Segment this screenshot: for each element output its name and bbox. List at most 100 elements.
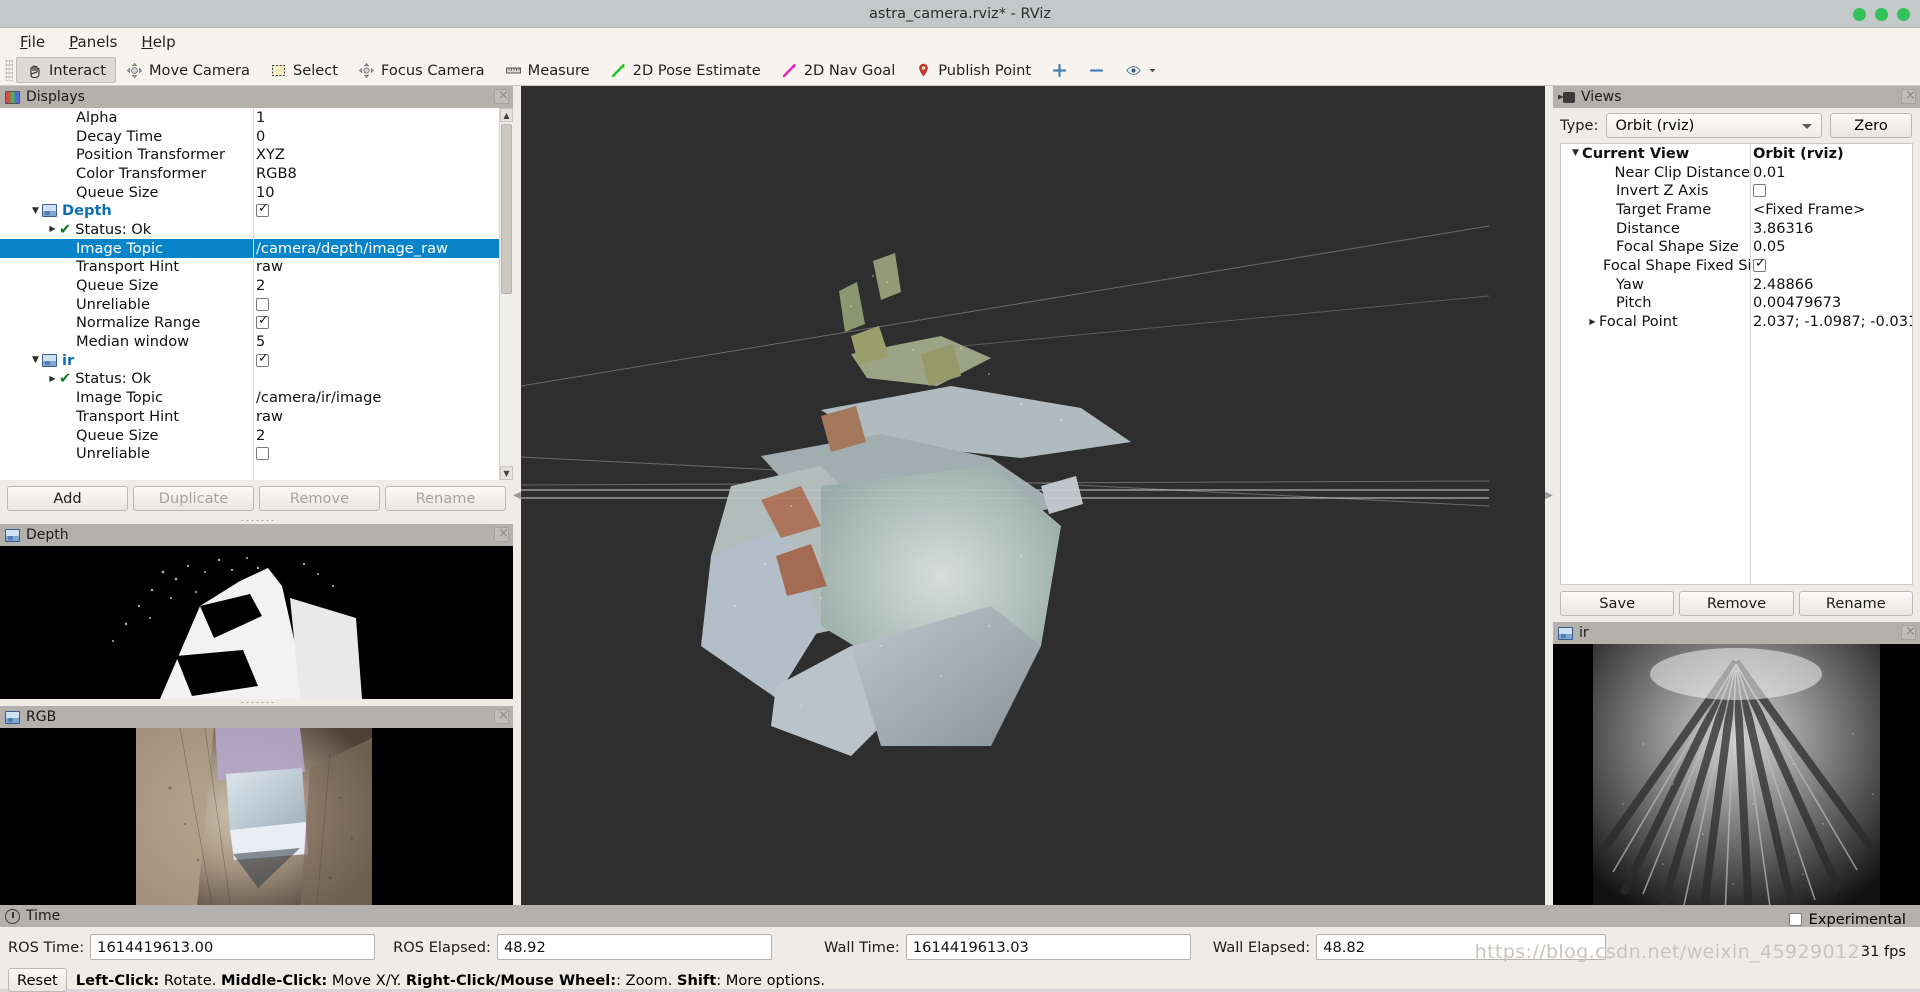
tree-row[interactable]: Pitch 0.00479673: [1561, 294, 1912, 313]
tool-2d-nav-goal[interactable]: 2D Nav Goal: [771, 57, 906, 83]
time-field-input[interactable]: 48.92: [496, 934, 772, 960]
ir-close-icon[interactable]: [1901, 624, 1916, 640]
displays-close-icon[interactable]: [494, 88, 509, 104]
tree-row-checkbox[interactable]: [1753, 184, 1766, 198]
tree-row[interactable]: Current View Orbit (rviz): [1561, 144, 1912, 163]
time-field-input[interactable]: 1614419613.00: [90, 934, 376, 960]
tool-move-camera[interactable]: Move Camera: [116, 57, 260, 83]
tree-row-value[interactable]: Orbit (rviz): [1753, 145, 1844, 162]
scroll-thumb[interactable]: [501, 124, 512, 294]
chevron-down-icon[interactable]: [29, 206, 42, 216]
tool-select[interactable]: Select: [260, 57, 348, 83]
tree-row-checkbox[interactable]: [1753, 258, 1766, 272]
tree-row[interactable]: Normalize Range: [0, 314, 513, 333]
tree-row-value[interactable]: 5: [256, 333, 265, 350]
tree-row-value[interactable]: raw: [256, 408, 283, 425]
rgb-image-view[interactable]: [0, 728, 513, 916]
tree-row[interactable]: Transport Hint raw: [0, 407, 513, 426]
tool-remove-minus[interactable]: [1078, 57, 1115, 83]
tree-row[interactable]: Queue Size 2: [0, 426, 513, 445]
tree-row-value[interactable]: 2: [256, 427, 265, 444]
tree-row[interactable]: ✔Status: Ok: [0, 370, 513, 389]
tool-add-plus[interactable]: [1041, 57, 1078, 83]
reset-button[interactable]: Reset: [8, 968, 67, 992]
splitter-handle-1[interactable]: [0, 517, 513, 524]
tree-row-value[interactable]: 2.037; -1.0987; -0.031387: [1753, 313, 1912, 330]
toolbar-grip[interactable]: [5, 59, 13, 81]
tree-row-checkbox[interactable]: [256, 297, 269, 311]
ir-image-view[interactable]: [1553, 644, 1920, 917]
tree-row[interactable]: Position Transformer XYZ: [0, 145, 513, 164]
time-field-input[interactable]: 1614419613.03: [905, 934, 1191, 960]
menu-help[interactable]: Help: [131, 31, 185, 53]
displays-scrollbar[interactable]: ▲ ▼: [499, 108, 513, 480]
tree-row-value[interactable]: 2.48866: [1753, 276, 1813, 293]
left-splitter[interactable]: ◀: [513, 86, 521, 905]
tree-row-checkbox[interactable]: [256, 204, 269, 218]
tree-row-value[interactable]: 10: [256, 184, 275, 201]
tree-row[interactable]: Distance 3.86316: [1561, 219, 1912, 238]
tree-row-value[interactable]: 0.05: [1753, 238, 1786, 255]
tree-row[interactable]: Image Topic/camera/depth/image_raw: [0, 238, 513, 258]
rgb-close-icon[interactable]: [494, 708, 509, 724]
tool-interact[interactable]: Interact: [16, 57, 116, 83]
tree-row[interactable]: Median window 5: [0, 332, 513, 351]
chevron-down-icon[interactable]: [29, 355, 42, 365]
tree-row[interactable]: Queue Size 2: [0, 276, 513, 295]
right-splitter[interactable]: ▶: [1545, 86, 1553, 905]
tree-row[interactable]: Target Frame <Fixed Frame>: [1561, 200, 1912, 219]
tree-row[interactable]: ✔Status: Ok: [0, 220, 513, 239]
zero-button[interactable]: Zero: [1830, 113, 1912, 138]
close-button[interactable]: [1897, 7, 1910, 21]
tree-row[interactable]: Color Transformer RGB8: [0, 164, 513, 183]
tree-row[interactable]: Alpha 1: [0, 108, 513, 127]
chevron-down-icon[interactable]: [1569, 148, 1582, 158]
tree-row[interactable]: Near Clip Distance 0.01: [1561, 163, 1912, 182]
tree-row-value[interactable]: 0.00479673: [1753, 294, 1841, 311]
tree-row-value[interactable]: 1: [256, 109, 265, 126]
tree-row-value[interactable]: XYZ: [256, 146, 285, 163]
tree-row-value[interactable]: 0.01: [1753, 164, 1786, 181]
tree-row[interactable]: Focal Shape Size 0.05: [1561, 237, 1912, 256]
scroll-down-icon[interactable]: ▼: [500, 466, 513, 480]
tree-row-value[interactable]: 0: [256, 128, 265, 145]
tree-row[interactable]: Decay Time 0: [0, 127, 513, 146]
remove-button[interactable]: Remove: [1679, 591, 1794, 616]
tree-row-checkbox[interactable]: [256, 316, 269, 330]
depth-close-icon[interactable]: [494, 526, 509, 542]
tree-row-value[interactable]: raw: [256, 258, 283, 275]
displays-tree[interactable]: Alpha 1 Decay Time 0 Position Transformer XYZ…: [0, 108, 513, 480]
chevron-right-icon[interactable]: [46, 224, 59, 234]
menu-file[interactable]: File: [10, 31, 55, 53]
tree-row-value[interactable]: 3.86316: [1753, 220, 1813, 237]
depth-image-view[interactable]: [0, 546, 513, 699]
menu-panels[interactable]: Panels: [59, 31, 127, 53]
tree-row[interactable]: Yaw 2.48866: [1561, 275, 1912, 294]
tree-row[interactable]: Unreliable: [0, 295, 513, 314]
tree-row-checkbox[interactable]: [256, 353, 269, 367]
add-button[interactable]: Add: [7, 486, 128, 511]
experimental-checkbox[interactable]: [1788, 913, 1802, 926]
tree-row-value[interactable]: <Fixed Frame>: [1753, 201, 1865, 218]
tree-row[interactable]: Transport Hint raw: [0, 258, 513, 277]
tree-row[interactable]: Focal Point 2.037; -1.0987; -0.031387: [1561, 312, 1912, 331]
tree-row-value[interactable]: /camera/depth/image_raw: [256, 240, 448, 257]
maximize-button[interactable]: [1875, 7, 1888, 21]
tree-row[interactable]: Depth: [0, 201, 513, 220]
minimize-button[interactable]: [1853, 7, 1866, 21]
tool-publish-point[interactable]: Publish Point: [905, 57, 1041, 83]
tree-row[interactable]: Invert Z Axis: [1561, 181, 1912, 200]
scroll-up-icon[interactable]: ▲: [500, 108, 513, 122]
splitter-handle-2[interactable]: [0, 699, 513, 706]
3d-render-view[interactable]: [521, 86, 1545, 905]
chevron-right-icon[interactable]: [1586, 317, 1599, 327]
tree-row-checkbox[interactable]: [256, 447, 269, 461]
save-button[interactable]: Save: [1560, 591, 1675, 616]
tree-row-value[interactable]: /camera/ir/image: [256, 389, 381, 406]
view-type-select[interactable]: Orbit (rviz): [1606, 113, 1822, 138]
tree-row-value[interactable]: RGB8: [256, 165, 297, 182]
views-close-icon[interactable]: [1901, 88, 1916, 104]
tool-visibility[interactable]: [1115, 57, 1167, 83]
tree-row-value[interactable]: 2: [256, 277, 265, 294]
rename-button[interactable]: Rename: [1798, 591, 1913, 616]
